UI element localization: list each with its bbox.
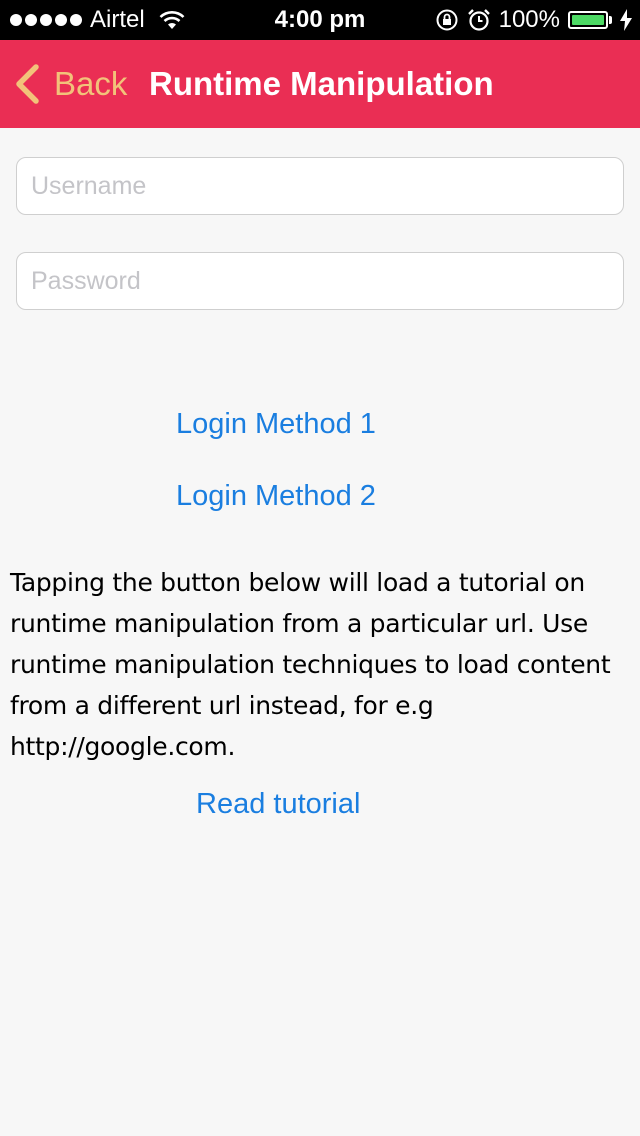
battery-percent: 100% [498, 6, 560, 33]
username-field[interactable] [16, 157, 624, 215]
login-method-1-button[interactable]: Login Method 1 [176, 408, 376, 441]
read-tutorial-button[interactable]: Read tutorial [196, 788, 360, 821]
rotation-lock-icon [436, 9, 458, 31]
back-button[interactable]: Back [14, 40, 127, 128]
status-right: 100% [435, 6, 632, 34]
page-title: Runtime Manipulation [149, 65, 494, 102]
login-method-2-button[interactable]: Login Method 2 [176, 480, 376, 513]
navigation-bar: Back Runtime Manipulation [0, 40, 640, 128]
charging-bolt-icon [620, 9, 632, 31]
alarm-icon [467, 9, 490, 31]
battery-icon [568, 11, 612, 29]
back-label: Back [54, 65, 128, 102]
tutorial-description: Tapping the button below will load a tut… [10, 568, 611, 761]
status-bar: Airtel 4:00 pm 100% [0, 0, 640, 40]
password-field[interactable] [16, 252, 624, 310]
chevron-left-icon [16, 64, 39, 104]
